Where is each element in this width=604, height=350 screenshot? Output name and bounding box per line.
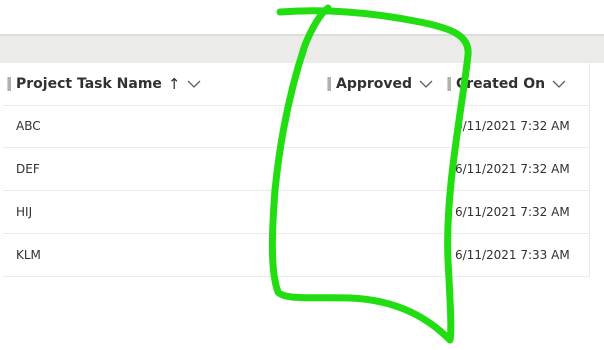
column-resize-handle[interactable] [447, 77, 451, 91]
sort-ascending-icon: ↑ [167, 75, 181, 93]
command-bar-band [0, 34, 604, 63]
column-header-approved[interactable]: Approved [327, 63, 434, 105]
chevron-down-icon[interactable] [418, 76, 434, 92]
cell-project-task-name: HIJ [16, 205, 33, 219]
chevron-down-icon[interactable] [186, 76, 202, 92]
data-grid: Project Task Name ↑ Approved Created On … [3, 63, 590, 277]
column-resize-handle[interactable] [327, 77, 331, 91]
chevron-down-icon[interactable] [551, 76, 567, 92]
top-bar [0, 0, 604, 34]
cell-created-on: 6/11/2021 7:32 AM [455, 119, 570, 133]
column-header-created-on[interactable]: Created On [447, 63, 567, 105]
column-header-project-task-name[interactable]: Project Task Name ↑ [7, 63, 202, 105]
column-header-label: Project Task Name [16, 76, 162, 92]
column-resize-handle[interactable] [7, 77, 11, 91]
column-header-label: Created On [456, 76, 546, 92]
table-row[interactable]: HIJ 6/11/2021 7:32 AM [3, 191, 589, 234]
cell-created-on: 6/11/2021 7:33 AM [455, 248, 570, 262]
cell-project-task-name: KLM [16, 248, 41, 262]
divider [0, 34, 604, 36]
column-header-label: Approved [336, 76, 413, 92]
table-row[interactable]: DEF 6/11/2021 7:32 AM [3, 148, 589, 191]
cell-project-task-name: DEF [16, 162, 40, 176]
table-row[interactable]: ABC 6/11/2021 7:32 AM [3, 105, 589, 148]
cell-project-task-name: ABC [16, 119, 41, 133]
cell-created-on: 6/11/2021 7:32 AM [455, 205, 570, 219]
cell-created-on: 6/11/2021 7:32 AM [455, 162, 570, 176]
grid-header-row: Project Task Name ↑ Approved Created On [3, 63, 589, 106]
table-row[interactable]: KLM 6/11/2021 7:33 AM [3, 234, 589, 277]
